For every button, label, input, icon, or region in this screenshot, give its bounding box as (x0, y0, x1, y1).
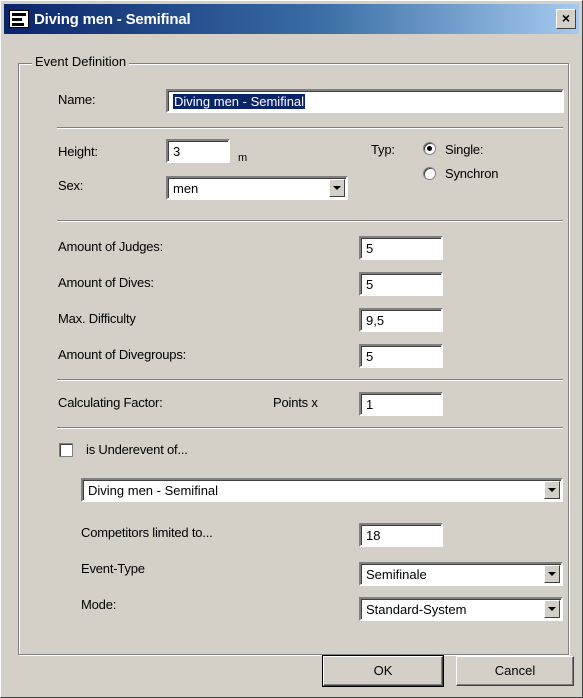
separator (57, 427, 563, 429)
chevron-down-icon[interactable] (544, 565, 560, 583)
ok-button[interactable]: OK (322, 655, 444, 687)
height-label: Height: (58, 144, 98, 159)
dives-input[interactable]: 5 (359, 272, 443, 296)
close-button[interactable]: × (556, 9, 576, 29)
chevron-down-icon[interactable] (329, 179, 345, 197)
name-value: Diving men - Semifinal (173, 94, 306, 109)
difficulty-label: Max. Difficulty (58, 311, 136, 326)
event-type-select[interactable]: Semifinale (359, 562, 563, 586)
underevent-checkbox[interactable] (59, 443, 73, 457)
underevent-value: Diving men - Semifinal (88, 483, 219, 498)
judges-label: Amount of Judges: (58, 239, 163, 254)
separator (57, 220, 563, 222)
type-single-radio[interactable] (423, 142, 436, 155)
mode-value: Standard-System (366, 602, 467, 617)
window-title: Diving men - Semifinal (34, 11, 191, 28)
underevent-select[interactable]: Diving men - Semifinal (81, 478, 563, 502)
competitors-label: Competitors limited to... (81, 525, 213, 540)
app-icon (9, 10, 29, 28)
group-legend: Event Definition (32, 54, 130, 69)
type-label: Typ: (371, 142, 395, 157)
height-unit: m (238, 152, 247, 164)
event-type-label: Event-Type (81, 561, 145, 576)
sex-value: men (173, 181, 199, 196)
type-synchron-label: Synchron (445, 166, 499, 181)
chevron-down-icon[interactable] (544, 600, 560, 618)
divegroups-input[interactable]: 5 (359, 344, 443, 368)
divegroups-label: Amount of Divegroups: (58, 347, 187, 362)
dives-label: Amount of Dives: (58, 275, 154, 290)
chevron-down-icon[interactable] (544, 481, 560, 499)
height-input[interactable]: 3 (166, 139, 230, 163)
factor-input[interactable]: 1 (359, 392, 443, 416)
competitors-input[interactable]: 18 (359, 523, 443, 547)
name-input[interactable]: Diving men - Semifinal (166, 89, 564, 113)
underevent-label: is Underevent of... (86, 442, 188, 457)
cancel-button[interactable]: Cancel (456, 656, 574, 686)
factor-label: Calculating Factor: (58, 395, 163, 410)
type-synchron-radio[interactable] (423, 167, 436, 180)
mode-select[interactable]: Standard-System (359, 597, 563, 621)
name-label: Name: (58, 92, 96, 107)
sex-select[interactable]: men (166, 176, 348, 200)
dialog-window: Diving men - Semifinal × Event Definitio… (0, 0, 583, 698)
type-single-label: Single: (445, 142, 484, 157)
title-bar[interactable]: Diving men - Semifinal × (4, 4, 579, 34)
mode-label: Mode: (81, 597, 117, 612)
judges-input[interactable]: 5 (359, 236, 443, 260)
separator (57, 127, 563, 129)
sex-label: Sex: (58, 178, 84, 193)
separator (57, 379, 563, 381)
event-type-value: Semifinale (366, 567, 427, 582)
difficulty-input[interactable]: 9,5 (359, 308, 443, 332)
points-label: Points x (273, 395, 318, 410)
